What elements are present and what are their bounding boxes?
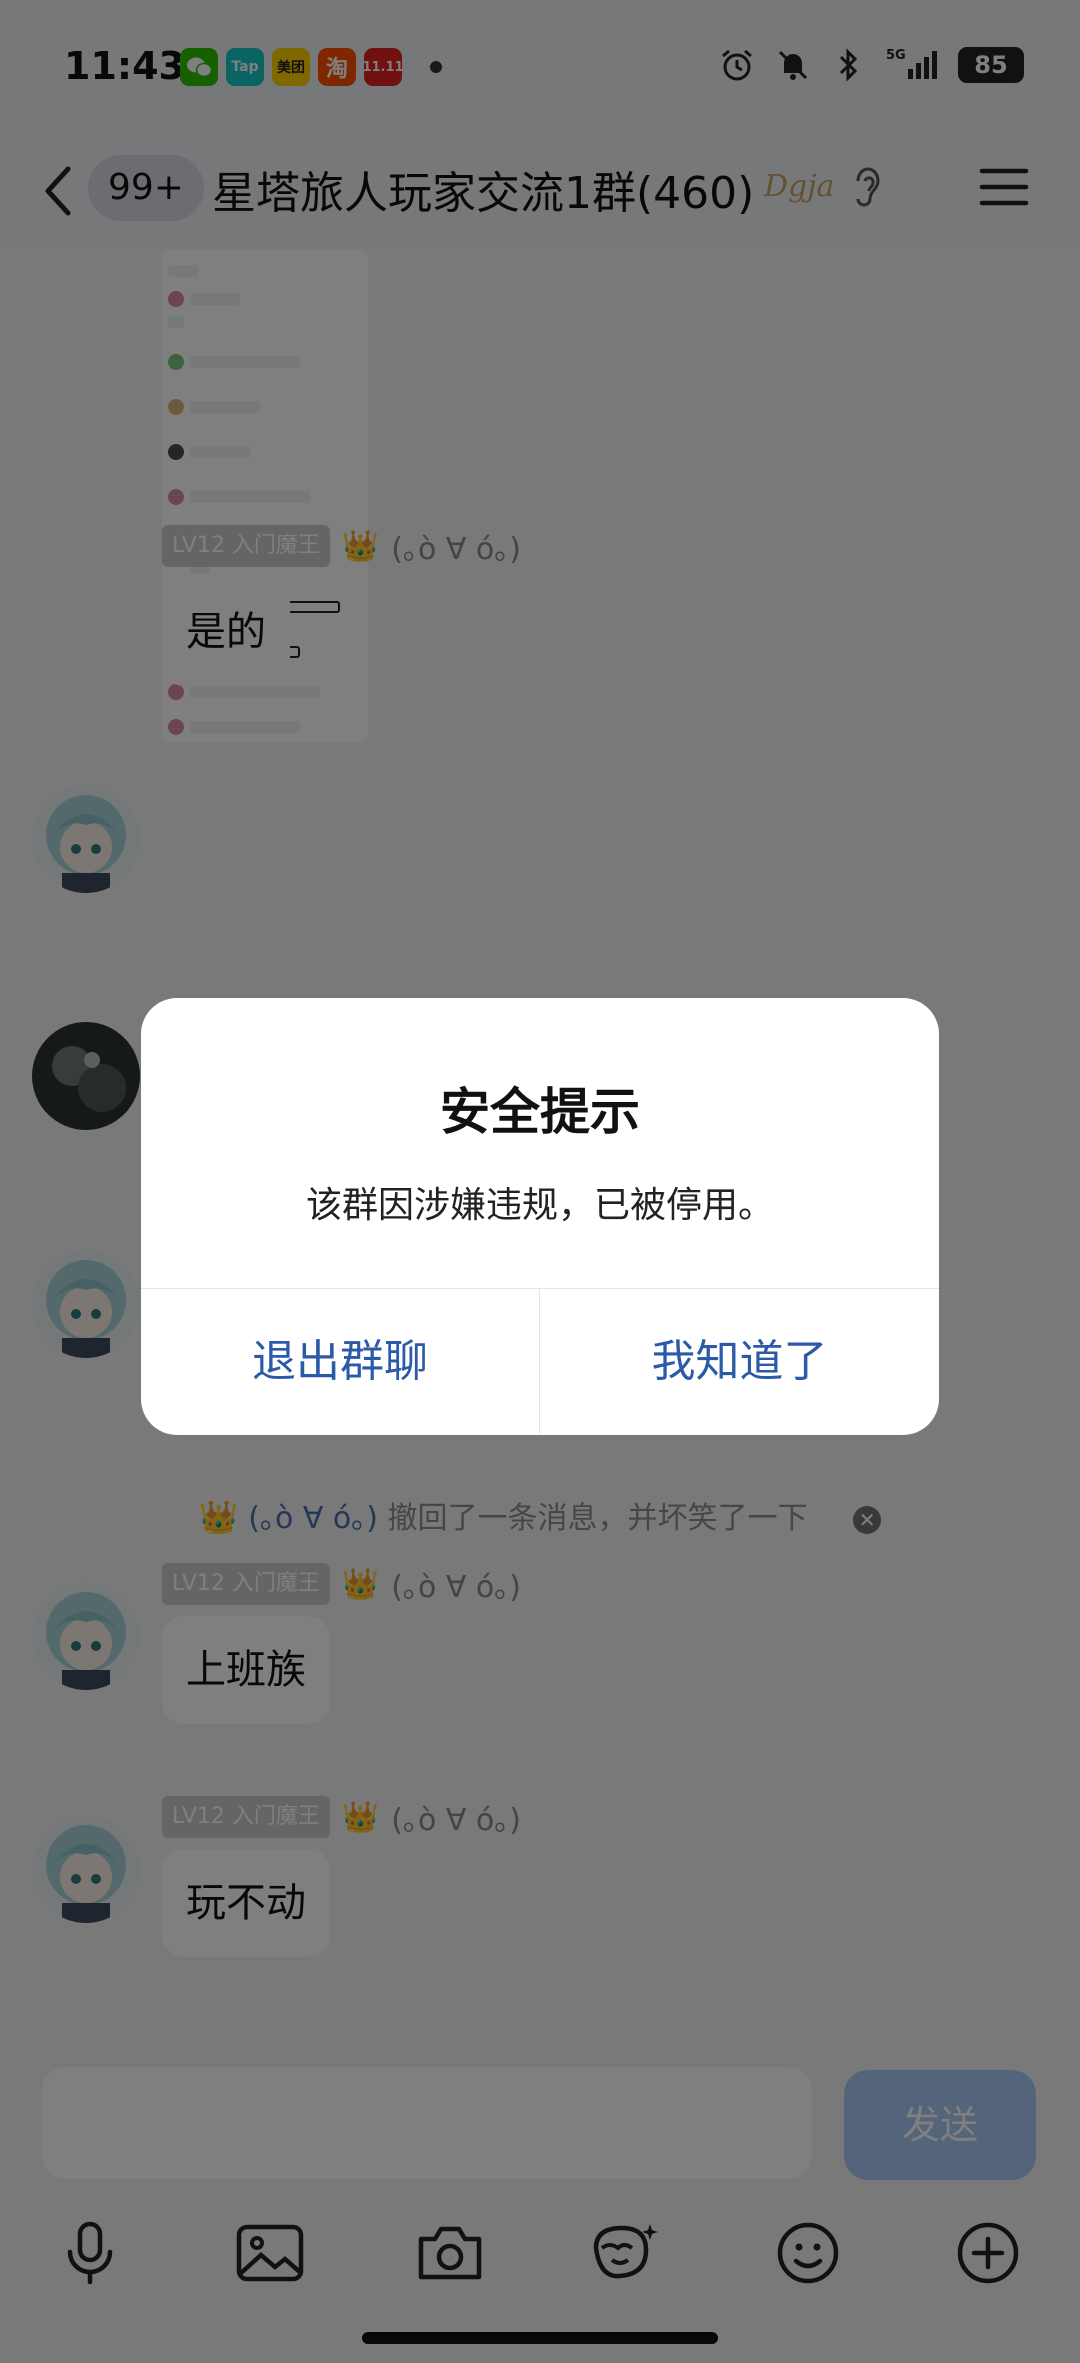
- dialog-title: 安全提示: [440, 1083, 640, 1141]
- dialog-message: 该群因涉嫌违规，已被停用。: [305, 1185, 774, 1226]
- acknowledge-button[interactable]: 我知道了: [540, 1289, 939, 1435]
- security-alert-dialog: 安全提示 该群因涉嫌违规，已被停用。 退出群聊 我知道了: [141, 998, 939, 1435]
- exit-group-button[interactable]: 退出群聊: [141, 1289, 539, 1435]
